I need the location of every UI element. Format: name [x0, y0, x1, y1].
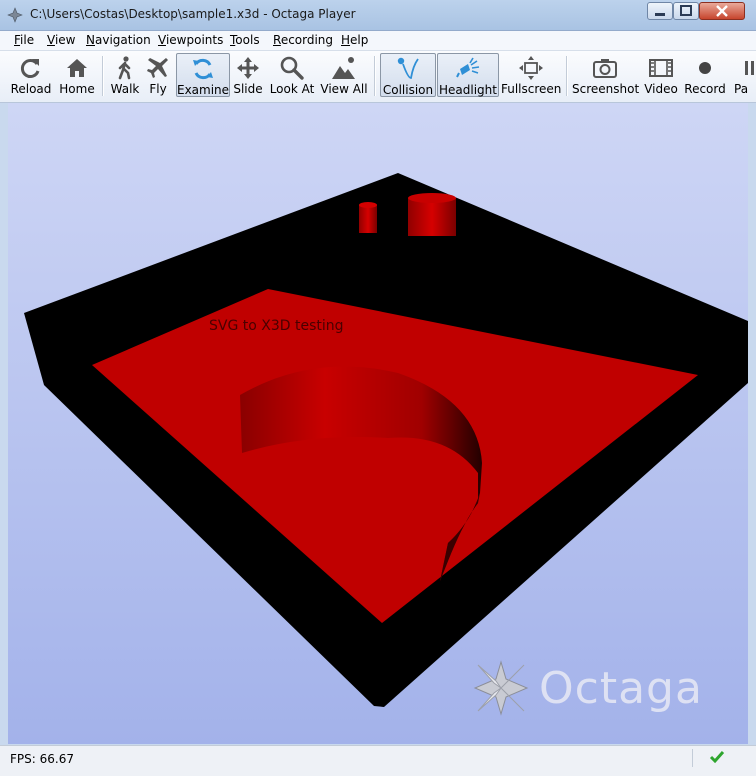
slide-button[interactable]: Slide [231, 53, 265, 97]
fullscreen-button[interactable]: Fullscreen [501, 53, 561, 97]
move-arrows-icon [237, 57, 259, 79]
octaga-player-window: C:\Users\Costas\Desktop\sample1.x3d - Oc… [0, 0, 756, 776]
menu-viewpoints[interactable]: Viewpoints [158, 32, 223, 49]
reload-button[interactable]: Reload [9, 53, 53, 97]
look-at-button[interactable]: Look At [268, 53, 316, 97]
fps-readout: FPS: 66.67 [10, 752, 74, 766]
home-button[interactable]: Home [56, 53, 98, 97]
small-cylinder-top [359, 202, 377, 208]
toolbar-separator [102, 56, 104, 96]
home-icon [67, 59, 87, 77]
large-cylinder [408, 198, 456, 236]
airplane-icon [147, 58, 168, 78]
screenshot-button[interactable]: Screenshot [572, 53, 639, 97]
collision-icon [397, 57, 419, 79]
headlight-button[interactable]: Headlight [437, 53, 499, 97]
walk-icon [118, 56, 131, 80]
maximize-button[interactable] [673, 2, 699, 20]
pause-icon [745, 61, 754, 75]
octaga-logo-text: Octaga [539, 663, 703, 714]
menu-tools[interactable]: Tools [230, 32, 260, 49]
minimize-icon [655, 13, 665, 16]
examine-button[interactable]: Examine [176, 53, 230, 97]
menu-bar: File View Navigation Viewpoints Tools Re… [0, 31, 756, 51]
close-button[interactable] [699, 2, 745, 20]
pause-button[interactable]: Pa [730, 53, 756, 97]
title-bar[interactable]: C:\Users\Costas\Desktop\sample1.x3d - Oc… [0, 0, 756, 31]
close-icon [716, 5, 728, 17]
film-icon [649, 59, 673, 77]
large-cylinder-top [408, 193, 456, 203]
menu-recording[interactable]: Recording [273, 32, 333, 49]
small-cylinder [359, 205, 377, 233]
camera-icon [593, 59, 617, 78]
magnifier-icon [280, 56, 304, 80]
menu-file[interactable]: File [14, 32, 34, 49]
menu-help[interactable]: Help [341, 32, 368, 49]
fullscreen-icon [519, 56, 543, 80]
octaga-app-icon [7, 7, 23, 23]
3d-viewport[interactable]: SVG to X3D testing Octaga [8, 103, 748, 744]
menu-view[interactable]: View [47, 32, 75, 49]
headlight-icon [456, 57, 480, 78]
status-separator [692, 749, 693, 767]
checkmark-icon [709, 751, 725, 764]
maximize-icon [680, 5, 692, 16]
toolbar-separator [566, 56, 568, 96]
examine-icon [193, 58, 213, 80]
x3d-scene [24, 173, 748, 707]
reload-icon [20, 59, 40, 78]
walk-button[interactable]: Walk [108, 53, 142, 97]
record-button[interactable]: Record [683, 53, 727, 97]
video-button[interactable]: Video [641, 53, 681, 97]
fly-button[interactable]: Fly [143, 53, 173, 97]
minimize-button[interactable] [647, 2, 673, 20]
toolbar-separator [374, 56, 376, 96]
record-icon [699, 62, 711, 74]
view-all-button[interactable]: View All [319, 53, 369, 97]
collision-button[interactable]: Collision [380, 53, 436, 97]
window-title: C:\Users\Costas\Desktop\sample1.x3d - Oc… [30, 7, 356, 21]
view-all-icon [332, 57, 355, 79]
scene-label: SVG to X3D testing [209, 318, 344, 334]
status-bar: FPS: 66.67 [0, 745, 756, 776]
toolbar: Reload Home Walk Fly Examine Slide Look … [0, 51, 756, 103]
menu-navigation[interactable]: Navigation [86, 32, 151, 49]
octaga-logo-icon [473, 660, 529, 716]
